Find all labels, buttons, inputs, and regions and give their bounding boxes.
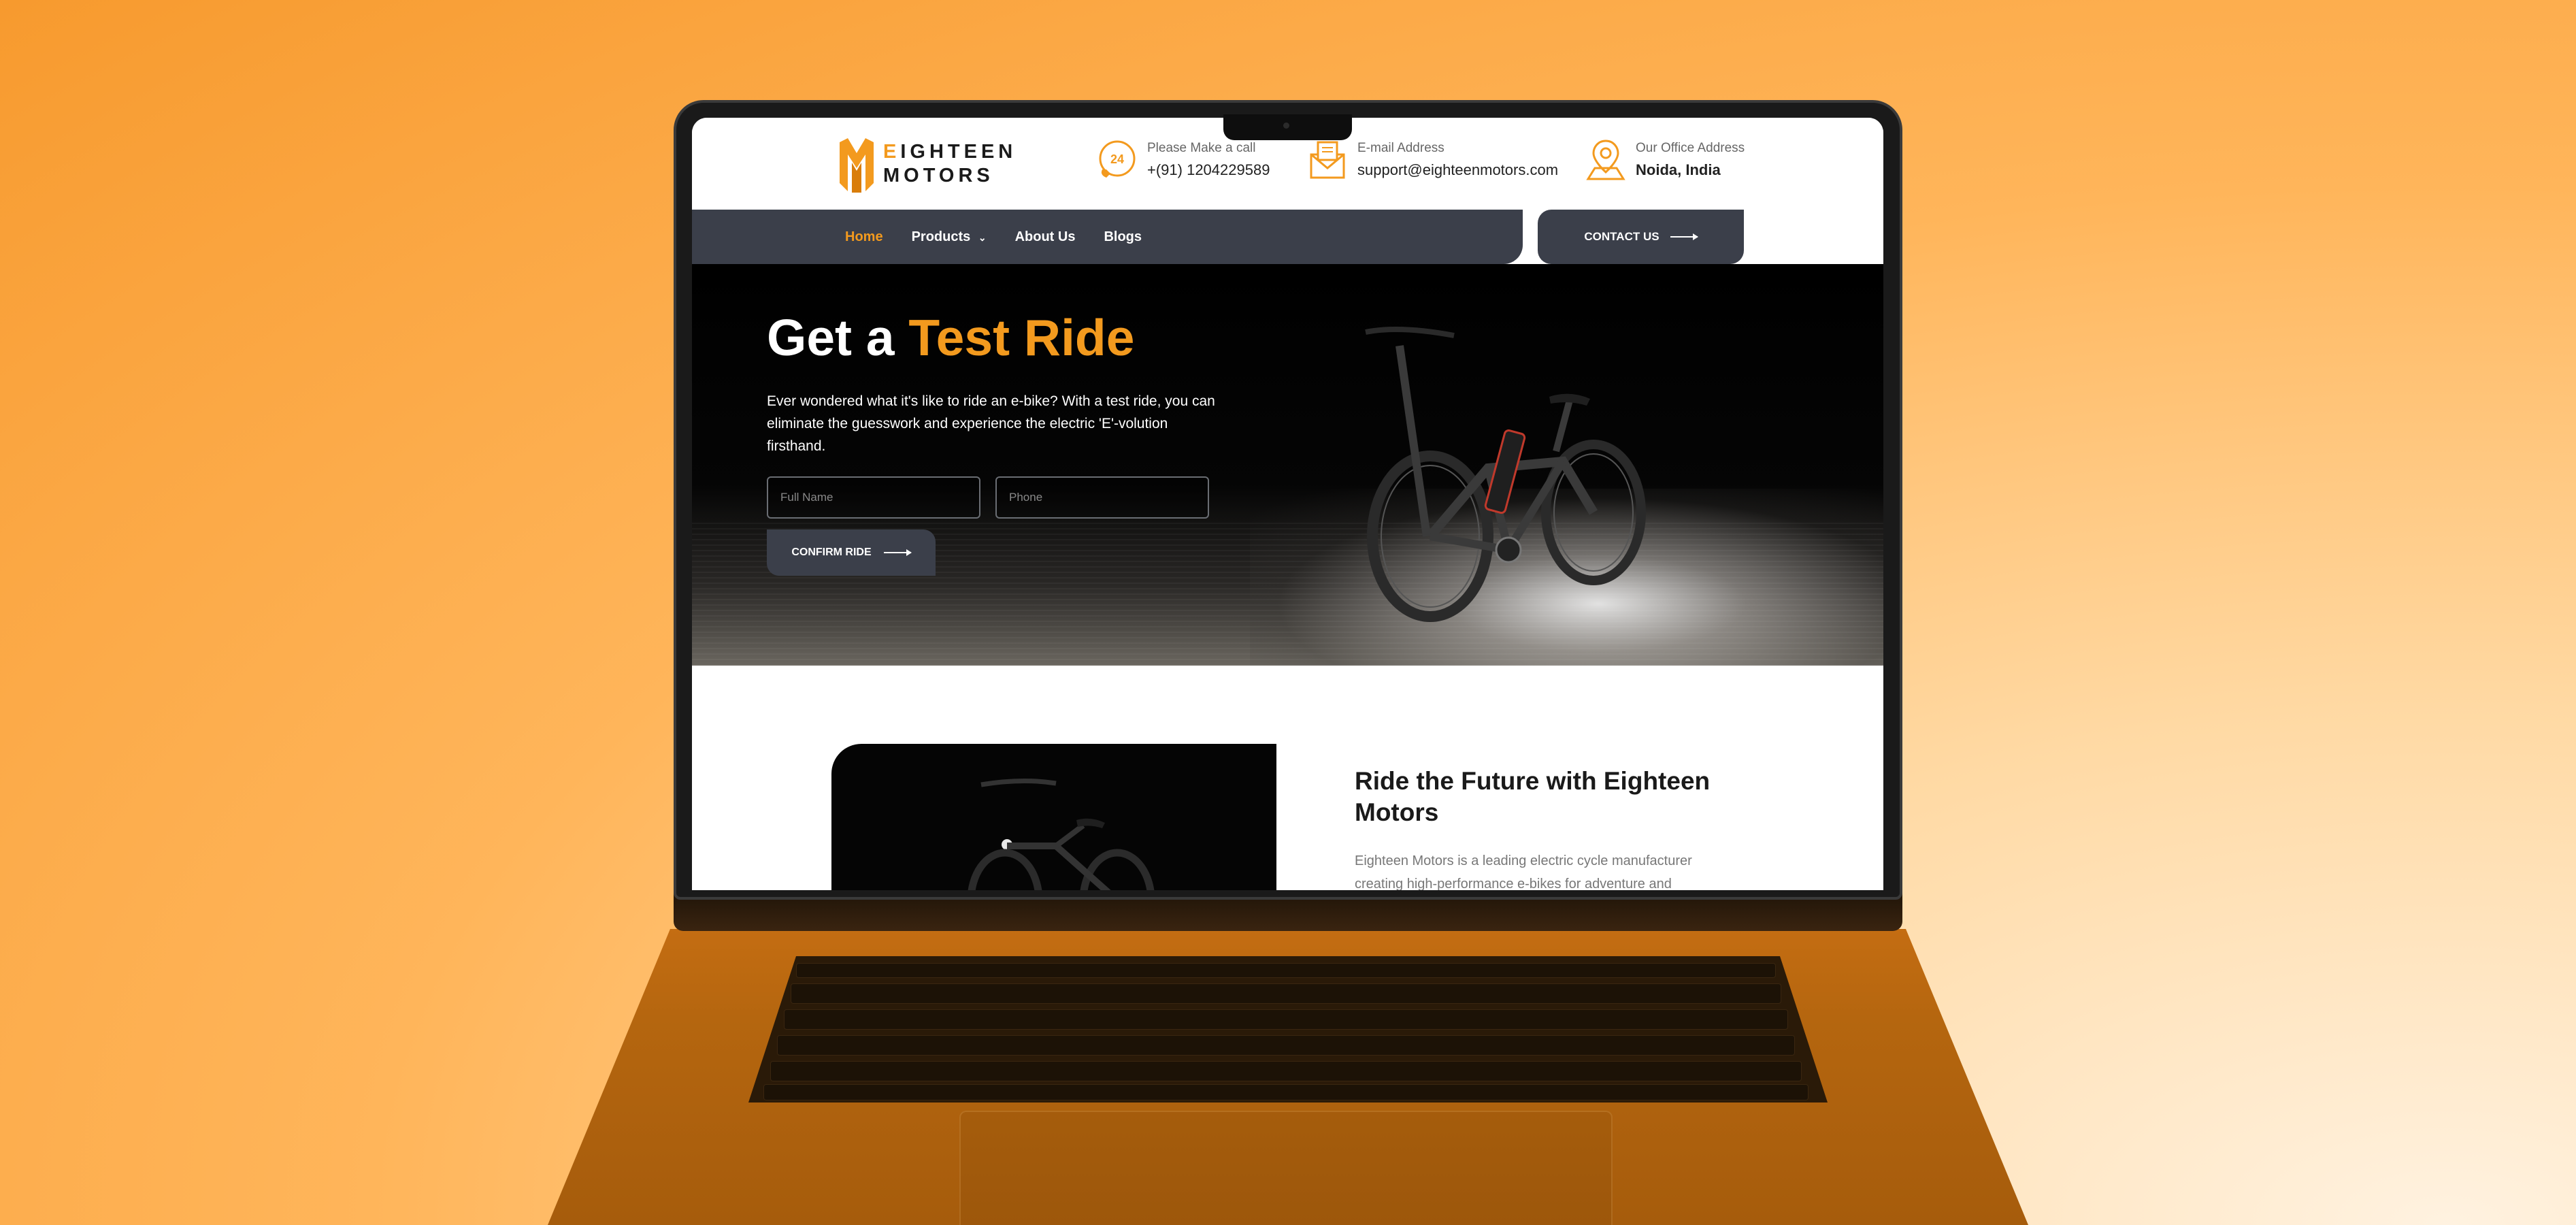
logo-line-1: EIGHTEEN [883,141,1017,163]
confirm-ride-label: CONFIRM RIDE [791,546,872,558]
about-title: Ride the Future with Eighteen Motors [1355,767,1711,826]
arrow-right-icon [883,549,912,556]
main-nav: Home Products ⌄ About Us Blogs [692,210,1523,264]
confirm-ride-button[interactable]: CONFIRM RIDE [767,529,936,576]
logo-mark-icon [840,138,874,193]
email-label: E-mail Address [1357,141,1444,155]
hero-title: Get a Test Ride [767,308,1134,367]
nav-item-products-label: Products [911,229,971,244]
phone-label: Please Make a call [1147,141,1256,155]
brand-logo[interactable]: EIGHTEEN MOTORS [837,135,1017,193]
nav-item-blogs[interactable]: Blogs [1104,229,1142,245]
contact-email[interactable]: E-mail Address support@eighteenmotors.co… [1307,138,1558,182]
ebike-image [1365,327,1646,622]
about-image [831,744,1276,890]
ebike-thumbnail [968,778,1155,890]
mail-icon [1310,141,1345,179]
nav-item-products[interactable]: Products ⌄ [912,229,987,245]
hero-section: Get a Test Ride Ever wondered what it's … [692,264,1883,666]
contact-us-button[interactable]: CONTACT US [1538,210,1744,264]
camera-notch [1223,114,1352,140]
phone-24-icon: 24 [1099,140,1136,178]
hero-title-highlight: Test Ride [908,309,1135,366]
about-text: Eighteen Motors is a leading electric cy… [1355,853,1692,890]
contact-us-label: CONTACT US [1584,230,1659,243]
chevron-down-icon: ⌄ [978,231,987,243]
phone-value: +(91) 1204229589 [1147,161,1270,178]
website-screen: EIGHTEEN MOTORS 24 Please Make a call +(… [692,118,1883,890]
hero-title-plain: Get a [767,309,895,366]
logo-text: EIGHTEEN MOTORS [883,140,1017,188]
laptop-touchpad [959,1111,1613,1225]
nav-item-about-us[interactable]: About Us [1015,229,1076,245]
nav-item-home[interactable]: Home [845,229,883,245]
address-value: Noida, India [1636,161,1721,178]
email-value: support@eighteenmotors.com [1357,161,1559,178]
arrow-right-icon [1670,233,1698,240]
hero-description: Ever wondered what it's like to ride an … [767,393,1215,454]
contact-phone[interactable]: 24 Please Make a call +(91) 1204229589 [1097,138,1270,182]
contact-address: Our Office Address Noida, India [1585,138,1745,182]
camera-icon [1283,122,1289,129]
full-name-input[interactable]: Full Name [767,476,980,519]
address-label: Our Office Address [1636,141,1745,155]
location-pin-icon [1586,140,1625,180]
logo-line-2: MOTORS [883,165,994,186]
svg-text:24: 24 [1110,152,1124,166]
phone-input[interactable]: Phone [995,476,1209,519]
keyboard-keys [748,956,1828,1102]
